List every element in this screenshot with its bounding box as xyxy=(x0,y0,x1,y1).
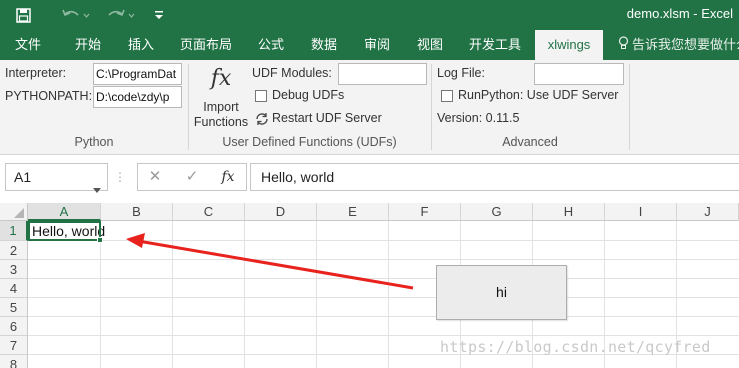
import-functions-button[interactable]: fx Import Functions xyxy=(192,64,250,132)
gridline xyxy=(28,297,739,298)
formula-bar: A1 ⋮ ✕ ✓ fx Hello, world xyxy=(0,155,739,203)
debug-udfs-label: Debug UDFs xyxy=(272,88,345,102)
debug-udfs-checkbox[interactable] xyxy=(255,90,267,102)
title-bar: demo.xlsm - Excel xyxy=(0,0,739,30)
python-group-label: Python xyxy=(74,135,114,149)
ribbon-tabs: 文件 开始 插入 页面布局 公式 数据 审阅 视图 开发工具 xlwings 告… xyxy=(0,30,739,60)
row-header-4[interactable]: 4 xyxy=(0,279,28,298)
enter-icon[interactable]: ✓ xyxy=(179,163,205,191)
save-icon[interactable] xyxy=(12,5,34,25)
version-label: Version: 0.11.5 xyxy=(437,111,520,125)
advanced-group-label: Advanced xyxy=(502,135,558,149)
pythonpath-label: PYTHONPATH: xyxy=(5,89,93,103)
gridline xyxy=(100,221,101,368)
gridline xyxy=(28,278,739,279)
tab-data[interactable]: 数据 xyxy=(301,30,347,60)
tab-file[interactable]: 文件 xyxy=(5,30,51,60)
lightbulb-icon xyxy=(618,31,629,61)
row-header-3[interactable]: 3 xyxy=(0,260,28,279)
row-header-7[interactable]: 7 xyxy=(0,336,28,355)
udf-group-label: User Defined Functions (UDFs) xyxy=(222,135,397,149)
gridline xyxy=(28,240,739,241)
gridline xyxy=(388,221,389,368)
column-header-c[interactable]: C xyxy=(173,203,245,221)
customize-toolbar-icon[interactable] xyxy=(150,5,168,25)
runpython-label: RunPython: Use UDF Server xyxy=(458,88,619,102)
tell-me-text: 告诉我您想要做什么 xyxy=(632,37,739,52)
tab-page-layout[interactable]: 页面布局 xyxy=(173,30,239,60)
log-file-label: Log File: xyxy=(437,66,485,80)
row-header-1[interactable]: 1 xyxy=(0,221,28,241)
log-file-input[interactable] xyxy=(534,63,624,85)
column-header-h[interactable]: H xyxy=(533,203,605,221)
pythonpath-input[interactable]: D:\code\zdy\p xyxy=(93,86,182,108)
gridline xyxy=(28,259,739,260)
hi-button[interactable]: hi xyxy=(436,265,567,320)
row-header-5[interactable]: 5 xyxy=(0,298,28,317)
more-options-icon: ⋮ xyxy=(114,170,126,184)
interpreter-label: Interpreter: xyxy=(5,66,67,80)
gridline xyxy=(244,221,245,368)
udf-modules-label: UDF Modules: xyxy=(252,66,332,80)
import-label: Import xyxy=(203,100,239,114)
row-header-2[interactable]: 2 xyxy=(0,241,28,260)
column-header-a[interactable]: A xyxy=(28,203,101,221)
fx-icon: fx xyxy=(210,66,232,91)
window-title: demo.xlsm - Excel xyxy=(626,6,733,21)
column-header-e[interactable]: E xyxy=(317,203,389,221)
gridline xyxy=(28,335,739,336)
restart-udf-server-button[interactable]: Restart UDF Server xyxy=(272,111,382,125)
watermark-text: https://blog.csdn.net/qcyfred xyxy=(440,338,711,356)
select-all-corner[interactable] xyxy=(0,203,28,221)
ribbon-xlwings: Interpreter: C:\ProgramDat PYTHONPATH: D… xyxy=(0,60,739,155)
name-box-value: A1 xyxy=(14,169,32,185)
chevron-down-icon[interactable] xyxy=(93,175,101,201)
tab-formulas[interactable]: 公式 xyxy=(248,30,294,60)
tab-xlwings[interactable]: xlwings xyxy=(535,30,603,60)
functions-label: Functions xyxy=(193,115,249,129)
formula-input[interactable]: Hello, world xyxy=(250,163,739,191)
column-header-d[interactable]: D xyxy=(245,203,317,221)
column-header-f[interactable]: F xyxy=(389,203,461,221)
gridline xyxy=(172,221,173,368)
gridline xyxy=(316,221,317,368)
group-separator xyxy=(629,64,630,150)
tab-home[interactable]: 开始 xyxy=(65,30,111,60)
column-header-g[interactable]: G xyxy=(461,203,533,221)
column-header-i[interactable]: I xyxy=(605,203,677,221)
row-header-6[interactable]: 6 xyxy=(0,317,28,336)
tell-me-box[interactable]: 告诉我您想要做什么 xyxy=(618,30,739,60)
tab-review[interactable]: 审阅 xyxy=(354,30,400,60)
tab-insert[interactable]: 插入 xyxy=(118,30,164,60)
redo-icon[interactable] xyxy=(104,5,138,25)
fill-handle[interactable] xyxy=(97,237,103,243)
tab-view[interactable]: 视图 xyxy=(407,30,453,60)
undo-icon[interactable] xyxy=(58,5,92,25)
row-header-8[interactable]: 8 xyxy=(0,355,28,368)
column-header-j[interactable]: J xyxy=(677,203,739,221)
cancel-icon[interactable]: ✕ xyxy=(142,163,168,191)
tab-developer[interactable]: 开发工具 xyxy=(462,30,528,60)
name-box[interactable]: A1 xyxy=(5,163,108,193)
restart-icon xyxy=(254,111,270,130)
column-header-b[interactable]: B xyxy=(101,203,173,221)
insert-function-icon[interactable]: fx xyxy=(214,163,242,191)
interpreter-input[interactable]: C:\ProgramDat xyxy=(93,63,182,85)
active-cell-border xyxy=(28,221,101,241)
udf-modules-input[interactable] xyxy=(338,63,427,85)
gridline xyxy=(28,316,739,317)
runpython-checkbox[interactable] xyxy=(441,90,453,102)
